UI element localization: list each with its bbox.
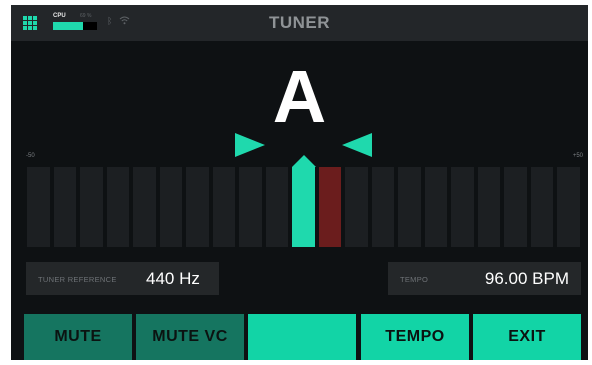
meter-segment — [371, 167, 395, 247]
meter-segment — [80, 167, 103, 247]
meter-segment — [292, 167, 315, 247]
top-bar: CPU 69 % ᛒ TUNER — [11, 5, 588, 41]
tuner-reference-value: 440 Hz — [146, 269, 200, 288]
sharp-indicator-arrow — [342, 133, 372, 157]
meter-segment — [186, 167, 209, 247]
meter-segment — [477, 167, 501, 247]
meter-segment — [530, 167, 554, 247]
meter-segment — [451, 167, 474, 247]
tempo-button[interactable]: TEMPO — [361, 314, 469, 360]
tuning-meter — [27, 167, 580, 247]
meter-segment — [504, 167, 527, 247]
meter-segment — [345, 167, 368, 247]
meter-segment — [53, 167, 77, 247]
meter-segment — [398, 167, 421, 247]
tuner-screen: CPU 69 % ᛒ TUNER A -50 +50 TUNER REFEREN… — [11, 5, 588, 360]
meter-segment — [239, 167, 262, 247]
meter-segment — [424, 167, 448, 247]
meter-segment — [106, 167, 130, 247]
tempo-field[interactable]: TEMPO 96.00 BPM — [388, 262, 581, 295]
mute-button[interactable]: MUTE — [24, 314, 132, 360]
tempo-value: 96.00 BPM — [484, 269, 569, 288]
blank-button[interactable] — [248, 314, 356, 360]
mute-vc-button[interactable]: MUTE VC — [136, 314, 244, 360]
tuner-reference-field[interactable]: TUNER REFERENCE 440 Hz — [26, 262, 219, 295]
flat-indicator-arrow — [235, 133, 265, 157]
exit-button[interactable]: EXIT — [473, 314, 581, 360]
meter-segment — [318, 167, 342, 247]
meter-segment — [133, 167, 156, 247]
meter-segment — [557, 167, 580, 247]
tempo-label: TEMPO — [400, 275, 429, 284]
page-title: TUNER — [268, 13, 331, 32]
meter-segment — [159, 167, 183, 247]
scale-max-label: +50 — [572, 153, 583, 159]
tuner-needle — [291, 155, 316, 167]
meter-segment — [265, 167, 289, 247]
detected-note: A — [272, 55, 327, 138]
meter-segment — [212, 167, 236, 247]
meter-segment — [27, 167, 50, 247]
scale-min-label: -50 — [26, 153, 35, 159]
tuner-reference-label: TUNER REFERENCE — [38, 275, 117, 284]
